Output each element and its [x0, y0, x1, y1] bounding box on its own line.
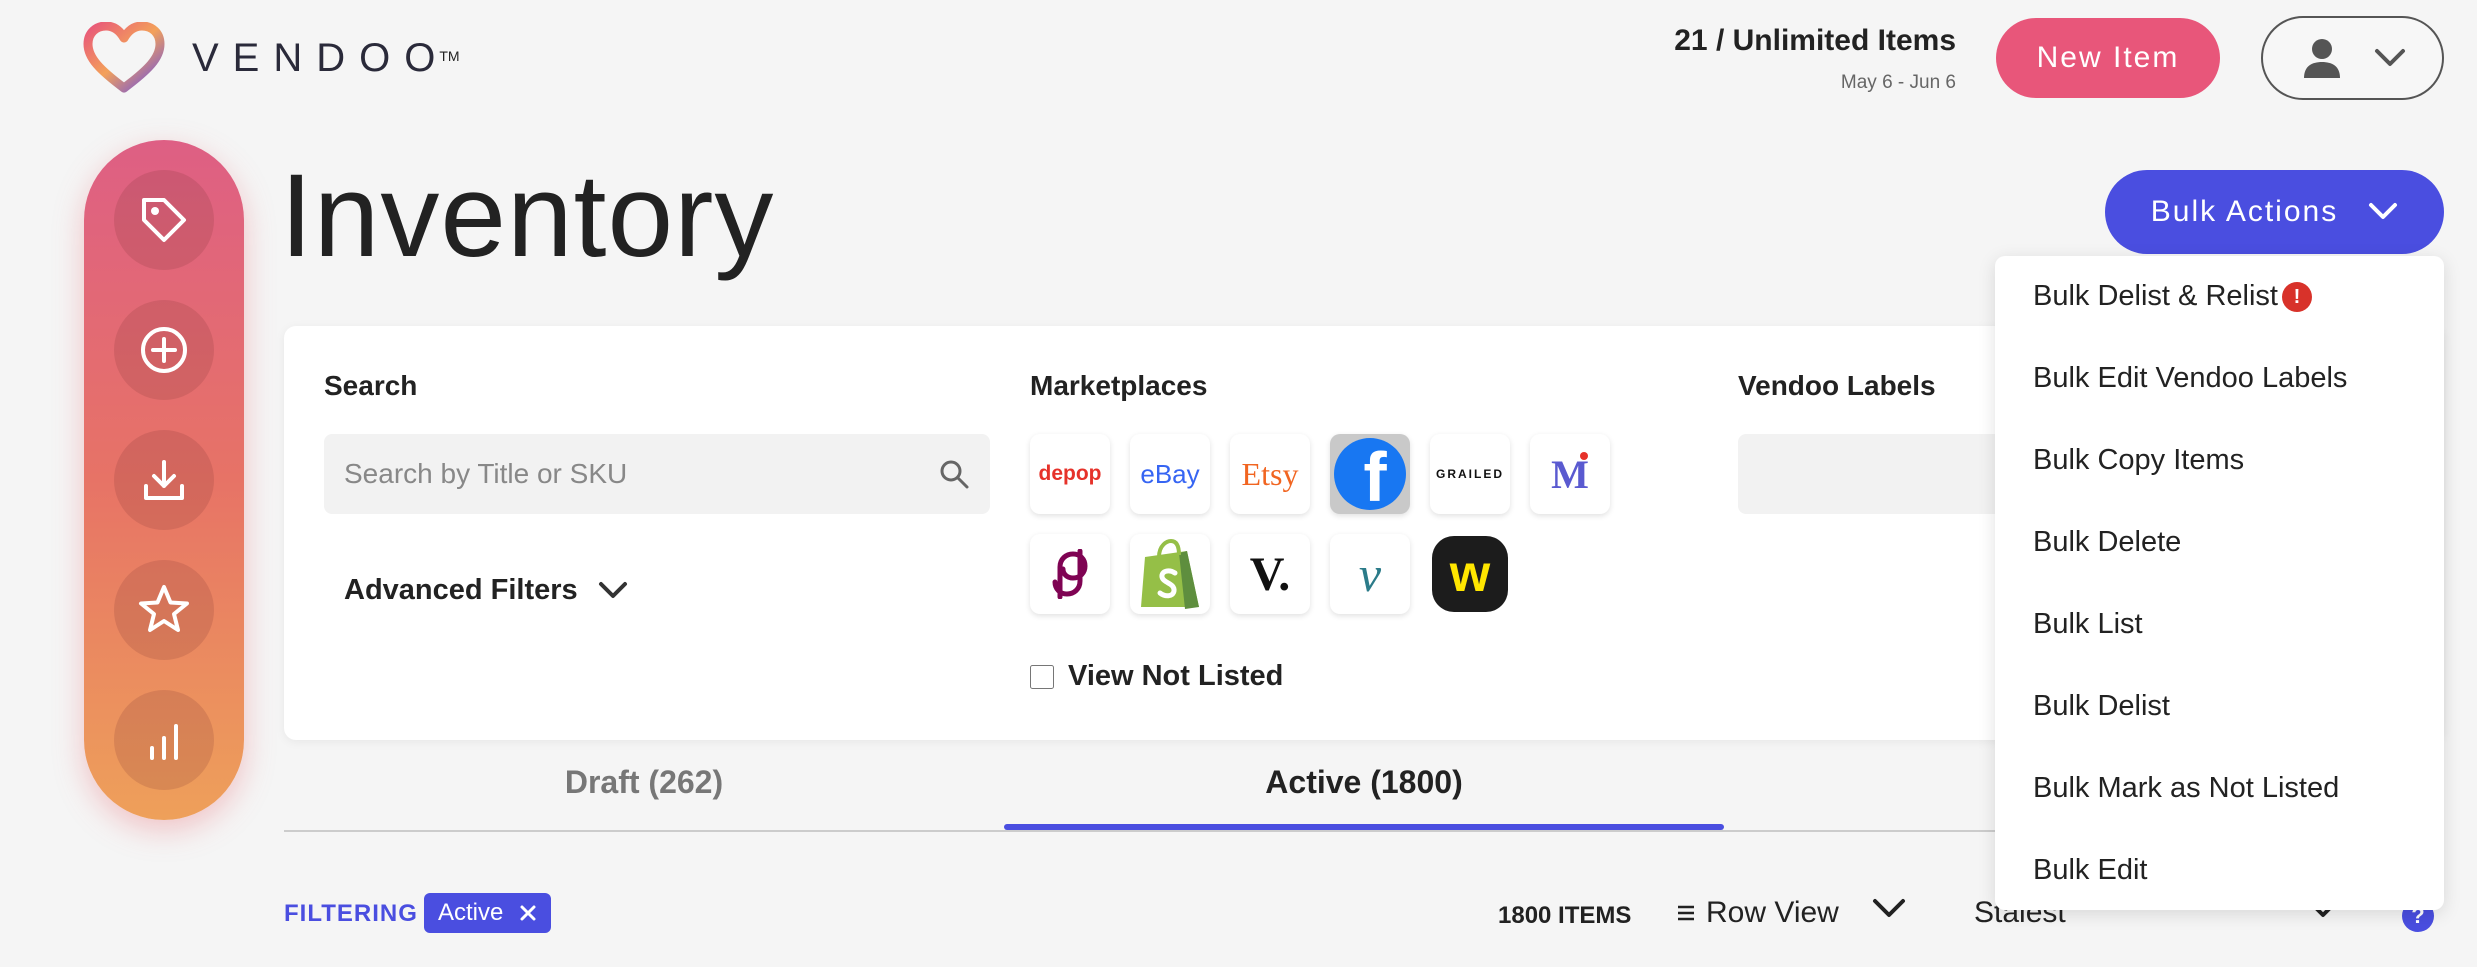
list-icon — [1678, 905, 1694, 921]
download-icon — [144, 460, 184, 500]
whatnot-logo-icon: w — [1432, 536, 1508, 612]
menu-item-bulk-delist[interactable]: Bulk Delist — [2033, 690, 2170, 723]
chevron-down-icon — [2374, 49, 2405, 66]
vinted-logo: v — [1358, 546, 1382, 602]
depop-logo: depop — [1038, 462, 1102, 485]
grailed-logo: GRAILED — [1436, 467, 1504, 481]
menu-item-bulk-copy-items[interactable]: Bulk Copy Items — [2033, 444, 2244, 477]
menu-item-bulk-delist-relist[interactable]: Bulk Delist & Relist ! — [2033, 280, 2312, 313]
vestiaire-logo: V. — [1249, 547, 1291, 601]
view-not-listed-option[interactable]: View Not Listed — [1030, 660, 1283, 693]
sidebar-item-add[interactable] — [114, 300, 214, 400]
view-label: Row View — [1706, 896, 1839, 929]
alert-icon: ! — [2281, 281, 2312, 312]
advanced-filters-toggle[interactable]: Advanced Filters — [344, 574, 628, 607]
filtering-label: FILTERING — [284, 900, 418, 927]
view-selector[interactable]: Row View — [1676, 896, 1839, 930]
ebay-logo: eBay — [1140, 458, 1200, 489]
marketplace-ebay[interactable]: eBay — [1130, 434, 1210, 514]
marketplace-vinted[interactable]: v — [1330, 534, 1410, 614]
marketplace-mercari[interactable]: M — [1530, 434, 1610, 514]
chevron-down-icon — [598, 581, 627, 598]
etsy-logo: Etsy — [1241, 455, 1299, 492]
marketplaces-label: Marketplaces — [1030, 370, 1208, 401]
marketplace-poshmark[interactable] — [1030, 534, 1110, 614]
tab-draft[interactable]: Draft (262) — [284, 764, 1004, 801]
view-not-listed-label: View Not Listed — [1068, 660, 1284, 692]
sidebar-item-inventory[interactable] — [114, 170, 214, 270]
view-not-listed-checkbox[interactable] — [1030, 664, 1054, 689]
active-tab-indicator — [1004, 824, 1724, 830]
page-title: Inventory — [280, 150, 775, 282]
facebook-logo-icon: f — [1334, 438, 1406, 510]
vendoo-heart-logo-icon — [83, 22, 165, 93]
account-menu-button[interactable] — [2261, 16, 2444, 100]
mercari-dot-icon — [1580, 452, 1588, 460]
bulk-actions-button[interactable]: Bulk Actions — [2105, 170, 2444, 254]
search-label: Search — [324, 370, 418, 401]
items-usage-count: 21 / Unlimited Items — [1674, 24, 1956, 57]
bar-chart-icon — [150, 724, 178, 760]
sidebar-item-import[interactable] — [114, 430, 214, 530]
vendoo-logo[interactable]: VENDOO TM — [82, 22, 460, 94]
tag-icon — [142, 198, 186, 242]
items-count: 1800 ITEMS — [1498, 902, 1632, 929]
marketplace-etsy[interactable]: Etsy — [1230, 434, 1310, 514]
plan-usage: 21 / Unlimited Items May 6 - Jun 6 — [1674, 24, 1956, 94]
sidebar-nav — [84, 140, 244, 820]
brand-name: VENDOO — [192, 35, 450, 80]
menu-item-bulk-edit-vendoo-labels[interactable]: Bulk Edit Vendoo Labels — [2033, 362, 2347, 395]
menu-item-bulk-delete[interactable]: Bulk Delete — [2033, 526, 2181, 559]
sidebar-item-favorites[interactable] — [114, 560, 214, 660]
vendoo-labels-label: Vendoo Labels — [1738, 370, 1936, 401]
star-icon — [139, 585, 189, 632]
search-input[interactable] — [344, 458, 938, 490]
trademark: TM — [439, 48, 460, 64]
menu-item-bulk-mark-not-listed[interactable]: Bulk Mark as Not Listed — [2033, 772, 2339, 805]
chevron-down-icon[interactable] — [1872, 898, 1906, 920]
bulk-actions-menu: Bulk Delist & Relist ! Bulk Edit Vendoo … — [1995, 256, 2444, 910]
marketplace-shopify[interactable] — [1130, 534, 1210, 614]
filter-chip-label: Active — [438, 899, 504, 926]
marketplace-whatnot[interactable]: w — [1430, 534, 1510, 614]
menu-item-bulk-list[interactable]: Bulk List — [2033, 608, 2143, 641]
search-icon[interactable] — [938, 458, 970, 490]
plus-circle-icon — [141, 327, 187, 373]
tab-active[interactable]: Active (1800) — [1004, 764, 1724, 801]
marketplace-vestiaire[interactable]: V. — [1230, 534, 1310, 614]
poshmark-logo-icon — [1052, 549, 1088, 599]
user-icon — [2303, 39, 2340, 78]
vendoo-labels-select[interactable] — [1738, 434, 2038, 514]
shopify-logo-icon — [1141, 538, 1199, 609]
marketplace-facebook[interactable]: f — [1330, 434, 1410, 514]
menu-item-bulk-edit[interactable]: Bulk Edit — [2033, 854, 2147, 887]
billing-date-range: May 6 - Jun 6 — [1840, 72, 1956, 93]
new-item-button[interactable]: New Item — [1996, 18, 2220, 98]
menu-item-label: Bulk Delist & Relist — [2033, 280, 2278, 312]
close-icon[interactable] — [519, 904, 537, 922]
sidebar-item-analytics[interactable] — [114, 690, 214, 790]
whatnot-w: w — [1449, 545, 1491, 603]
facebook-f: f — [1363, 438, 1387, 510]
advanced-filters-label: Advanced Filters — [344, 574, 578, 606]
search-box — [324, 434, 990, 514]
filter-chip-active: Active — [424, 893, 552, 933]
bulk-actions-label: Bulk Actions — [2150, 195, 2339, 228]
marketplace-grailed[interactable]: GRAILED — [1430, 434, 1510, 514]
marketplace-depop[interactable]: depop — [1030, 434, 1110, 514]
chevron-down-icon — [2369, 203, 2398, 219]
